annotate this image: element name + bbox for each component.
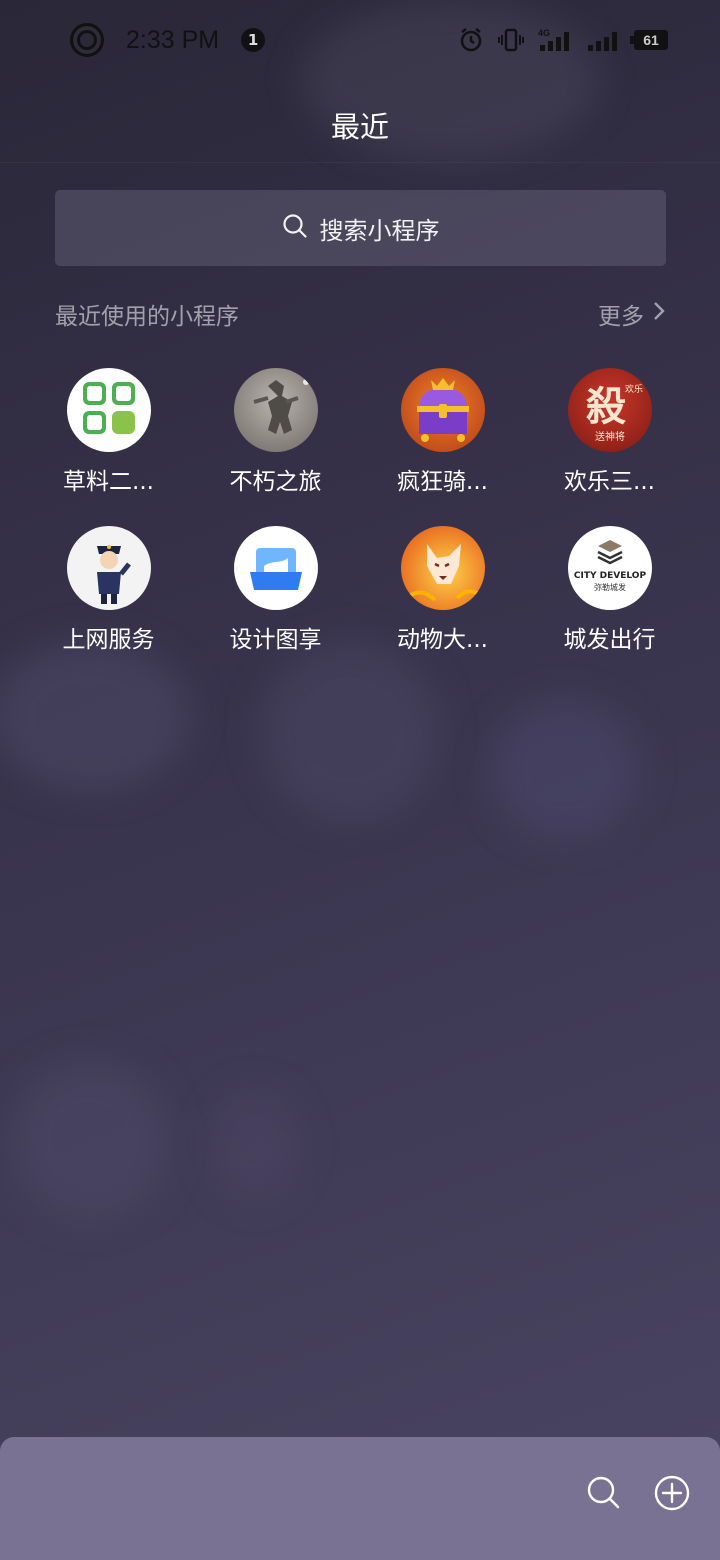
notification-badge: 1	[241, 28, 266, 52]
background-blur	[0, 640, 190, 790]
search-icon	[282, 213, 308, 243]
more-link[interactable]: 更多	[598, 297, 666, 331]
search-placeholder: 搜索小程序	[319, 216, 440, 245]
police-officer-icon	[66, 526, 151, 610]
stone-warrior-icon	[233, 368, 318, 452]
svg-text:弥勒城发: 弥勒城发	[594, 582, 626, 592]
signal-4g-icon: 4G	[538, 27, 572, 53]
grass-qr-icon	[66, 368, 151, 452]
alarm-icon	[458, 27, 484, 53]
background-blur	[490, 700, 640, 840]
app-item[interactable]: 不朽之旅	[192, 368, 359, 496]
status-bar: 2:33 PM 1 4G 61	[0, 0, 720, 80]
background-blur	[260, 640, 440, 820]
app-name: 上网服务	[62, 627, 155, 653]
app-item[interactable]: CITY DEVELOP 弥勒城发 城发出行	[526, 526, 693, 654]
app-name: 疯狂骑...	[397, 469, 488, 495]
app-item[interactable]: 殺 欢乐 送神将 欢乐三...	[526, 368, 693, 496]
status-time: 2:33 PM	[126, 25, 220, 54]
battery-icon: 61	[630, 30, 668, 50]
home-ring-icon	[70, 23, 104, 57]
bottom-bar	[0, 1437, 720, 1560]
svg-text:送神将: 送神将	[595, 430, 625, 443]
app-item[interactable]: 动物大...	[359, 526, 526, 654]
header: 最近	[0, 95, 720, 155]
chevron-right-icon	[652, 300, 666, 328]
app-name: 欢乐三...	[564, 469, 655, 495]
search-icon[interactable]	[586, 1475, 620, 1513]
svg-text:欢乐: 欢乐	[624, 383, 642, 395]
page-title: 最近	[330, 110, 389, 144]
app-item[interactable]: 设计图享	[192, 526, 359, 654]
city-develop-icon: CITY DEVELOP 弥勒城发	[567, 526, 652, 610]
app-name: 不朽之旅	[229, 469, 322, 495]
header-divider	[0, 162, 720, 163]
app-name: 设计图享	[229, 627, 322, 653]
background-blur	[10, 1060, 170, 1220]
treasure-chest-icon	[400, 368, 485, 452]
svg-text:殺: 殺	[586, 383, 626, 430]
background-blur	[210, 1090, 300, 1200]
app-name: 动物大...	[397, 627, 488, 653]
more-label: 更多	[598, 304, 644, 330]
recent-apps-grid: 草料二... 不朽之旅 疯狂骑... 殺 欢乐 送神将 欢乐三... 上网服务 …	[25, 368, 693, 654]
section-title: 最近使用的小程序	[55, 304, 239, 330]
sha-card-icon: 殺 欢乐 送神将	[567, 368, 652, 452]
svg-text:4G: 4G	[538, 28, 550, 38]
svg-text:CITY DEVELOP: CITY DEVELOP	[573, 571, 646, 581]
fire-fox-icon	[400, 526, 485, 610]
app-item[interactable]: 草料二...	[25, 368, 192, 496]
search-input[interactable]: 搜索小程序	[55, 190, 666, 266]
app-name: 城发出行	[563, 627, 656, 653]
picture-frame-icon	[233, 526, 318, 610]
recent-section-header: 最近使用的小程序 更多	[55, 294, 666, 334]
add-icon[interactable]	[654, 1475, 690, 1515]
app-name: 草料二...	[63, 469, 154, 495]
vibrate-icon	[498, 27, 524, 53]
signal-icon	[586, 27, 620, 53]
app-item[interactable]: 上网服务	[25, 526, 192, 654]
app-item[interactable]: 疯狂骑...	[359, 368, 526, 496]
